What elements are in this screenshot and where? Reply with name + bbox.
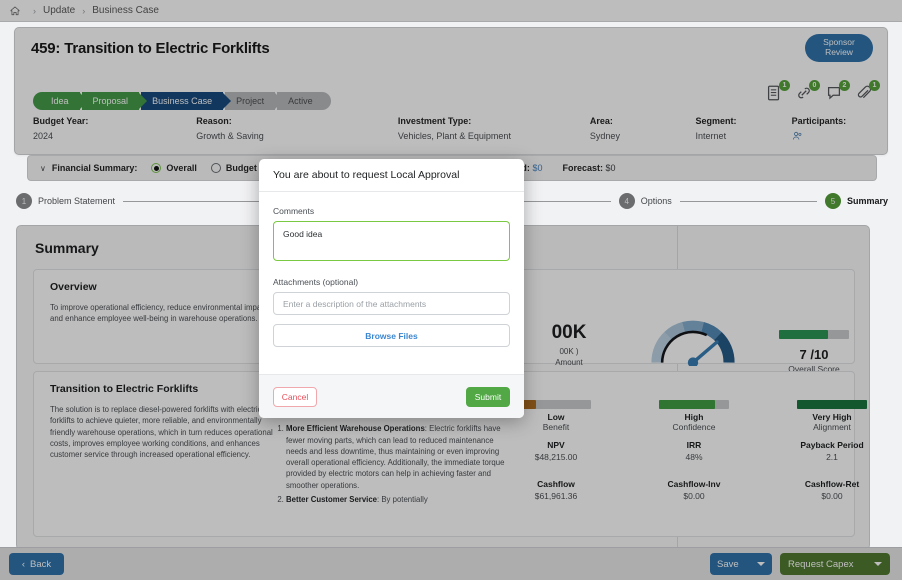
modal-body: Comments Attachments (optional) Browse F…: [259, 192, 524, 374]
modal-footer: Cancel Submit: [259, 374, 524, 418]
modal-title: You are about to request Local Approval: [259, 159, 524, 192]
app-window: › Update › Business Case 459: Transition…: [0, 0, 902, 580]
cancel-button[interactable]: Cancel: [273, 387, 317, 407]
comments-label: Comments: [273, 206, 510, 216]
submit-button[interactable]: Submit: [466, 387, 510, 407]
attachments-label: Attachments (optional): [273, 277, 510, 287]
comments-input[interactable]: [273, 221, 510, 261]
browse-files-button[interactable]: Browse Files: [273, 324, 510, 347]
local-approval-modal: You are about to request Local Approval …: [259, 159, 524, 418]
attachments-description-input[interactable]: [273, 292, 510, 315]
